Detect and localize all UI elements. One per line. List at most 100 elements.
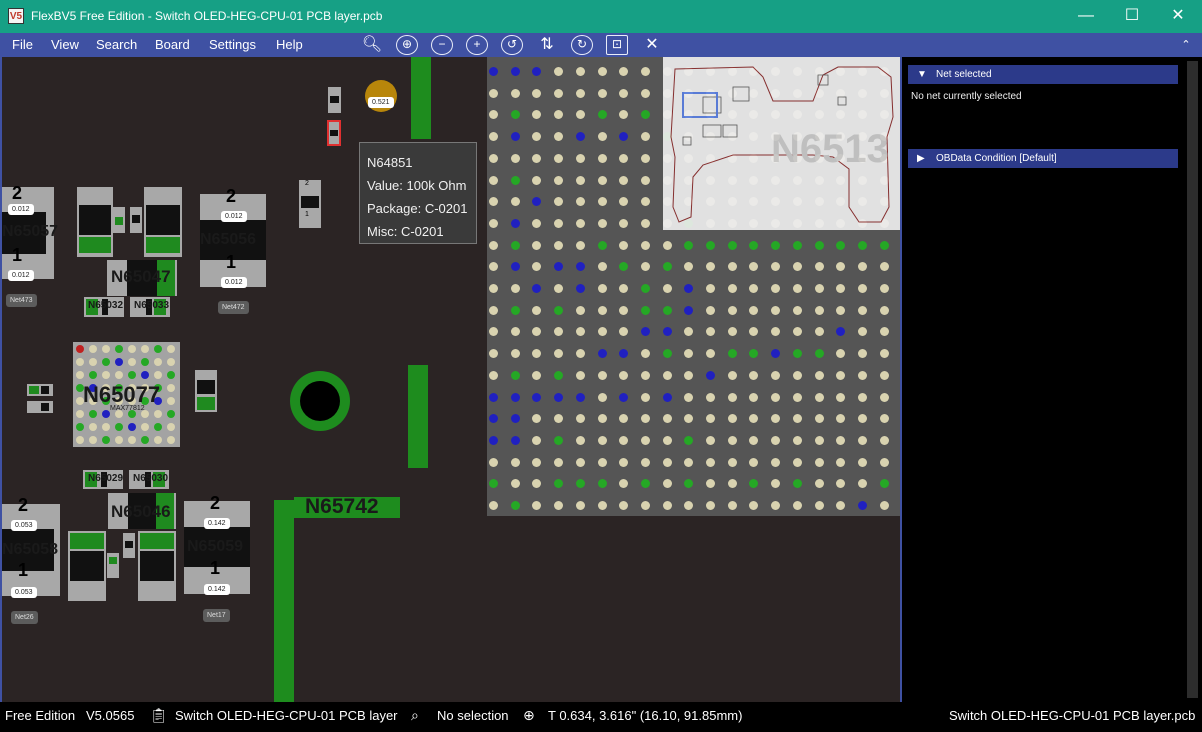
collapse-toolbar-icon[interactable]: ⌃: [1176, 36, 1196, 54]
ball-pad: [879, 479, 889, 489]
ball-pad: [597, 305, 607, 315]
tooltip-value: Value: 100k Ohm: [367, 178, 467, 193]
ball-pad: [76, 371, 84, 379]
menu-settings[interactable]: Settings: [209, 37, 256, 52]
zoom-out-icon[interactable]: −: [431, 35, 453, 55]
rotate-left-icon[interactable]: ↺: [501, 35, 523, 55]
ball-pad: [727, 392, 737, 402]
ball-pad: [141, 345, 149, 353]
ball-pad: [640, 67, 650, 76]
ball-pad: [749, 327, 759, 337]
minimize-button[interactable]: —: [1063, 0, 1109, 33]
ball-pad: [597, 88, 607, 98]
ball-pad: [619, 501, 629, 510]
ball-pad: [597, 414, 607, 424]
ball-pad: [771, 435, 781, 445]
component[interactable]: [144, 187, 182, 257]
net-tag[interactable]: Net472: [218, 301, 249, 314]
menu-help[interactable]: Help: [276, 37, 303, 52]
component[interactable]: [123, 533, 135, 558]
ball-pad: [575, 457, 585, 467]
ball-pad: [167, 423, 175, 431]
tooltip-package: Package: C-0201: [367, 201, 468, 216]
viewport-indicator[interactable]: [682, 92, 718, 118]
ball-pad: [619, 110, 629, 120]
component[interactable]: [113, 207, 125, 233]
obdata-header[interactable]: ▶ OBData Condition [Default]: [908, 149, 1178, 168]
ball-pad: [510, 240, 520, 250]
label-n65059: N65059: [187, 538, 244, 555]
ball-pad: [128, 423, 136, 431]
ball-pad: [597, 370, 607, 380]
ball-pad: [575, 110, 585, 120]
component[interactable]: [107, 553, 119, 578]
pcb-canvas[interactable]: N65742 0.521 2 1 N65057 2 1 0.012 0.012 …: [0, 57, 900, 702]
pin-number: 1: [226, 252, 237, 272]
ball-pad: [489, 305, 498, 315]
ball-pad: [554, 479, 564, 489]
net-tag[interactable]: Net17: [203, 609, 230, 622]
zoom-fit-icon[interactable]: 🔍︎: [361, 35, 383, 55]
ball-pad: [684, 284, 694, 293]
ball-pad: [167, 371, 175, 379]
close-window-button[interactable]: ✕: [1155, 0, 1201, 33]
panel-scrollbar[interactable]: [1187, 61, 1198, 698]
net-tag[interactable]: Net26: [11, 611, 38, 624]
ball-pad: [510, 197, 520, 207]
ball-pad: [857, 370, 867, 380]
obdata-title: OBData Condition [Default]: [936, 153, 1057, 164]
net-tag[interactable]: Net473: [6, 294, 37, 307]
component-selected[interactable]: [327, 120, 341, 146]
ball-pad: [510, 262, 520, 272]
component[interactable]: [27, 401, 53, 413]
component[interactable]: [130, 207, 142, 233]
ball-pad: [619, 197, 629, 207]
minimap[interactable]: N6513: [663, 57, 900, 230]
close-icon[interactable]: ✕: [641, 35, 663, 55]
ball-pad: [684, 501, 694, 510]
ball-pad: [167, 345, 175, 353]
menu-board[interactable]: Board: [155, 37, 190, 52]
ball-pad: [640, 175, 650, 185]
component[interactable]: [27, 384, 53, 396]
component[interactable]: [328, 87, 341, 113]
crosshair-icon: ⊕: [523, 707, 535, 723]
ball-pad: [597, 457, 607, 467]
component[interactable]: [195, 370, 217, 412]
ball-pad: [575, 349, 585, 359]
ball-pad: [749, 501, 759, 510]
ball-pad: [814, 479, 824, 489]
ball-pad: [619, 435, 629, 445]
component[interactable]: [68, 531, 106, 601]
ball-pad: [532, 218, 542, 228]
component[interactable]: [77, 187, 113, 257]
ball-pad: [154, 358, 162, 366]
menu-view[interactable]: View: [51, 37, 79, 52]
component[interactable]: [138, 531, 176, 601]
net-selected-header[interactable]: ▼ Net selected: [908, 65, 1178, 84]
menu-search[interactable]: Search: [96, 37, 137, 52]
ball-pad: [836, 501, 846, 510]
zoom-in-icon[interactable]: ⊕: [396, 35, 418, 55]
value-label: 0.053: [11, 587, 37, 598]
maximize-button[interactable]: ☐: [1109, 0, 1155, 33]
ball-pad: [489, 414, 498, 424]
ball-pad: [640, 110, 650, 120]
menu-file[interactable]: File: [12, 37, 33, 52]
ball-pad: [554, 349, 564, 359]
flip-icon[interactable]: ⇅: [536, 35, 558, 55]
component-tooltip: N64851 Value: 100k Ohm Package: C-0201 M…: [359, 142, 477, 244]
fit-view-icon[interactable]: ⊡: [606, 35, 628, 55]
rotate-right-icon[interactable]: ↻: [571, 35, 593, 55]
selection-icon: ⌕: [411, 707, 419, 723]
ball-pad: [489, 392, 498, 402]
mounting-hole[interactable]: [290, 371, 350, 431]
component[interactable]: [299, 180, 321, 228]
ball-pad: [154, 423, 162, 431]
ball-pad: [510, 457, 520, 467]
ball-pad: [684, 414, 694, 424]
value-label: 0.012: [221, 277, 247, 288]
ball-pad: [771, 414, 781, 424]
zoom-plus-icon[interactable]: +: [466, 35, 488, 55]
ball-pad: [879, 457, 889, 467]
